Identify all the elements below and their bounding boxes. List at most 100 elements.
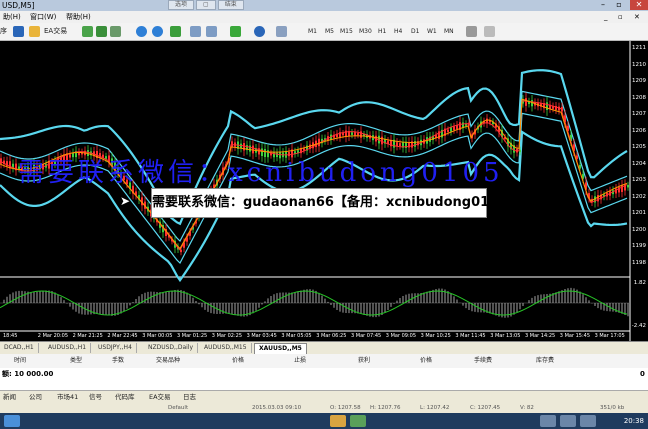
tab-market[interactable]: 市场41: [54, 392, 81, 403]
price-label: 1211: [632, 45, 646, 51]
ea-trading-button[interactable]: EA交易: [44, 25, 67, 38]
tf-m1[interactable]: M1: [306, 26, 319, 37]
candle-body: [597, 195, 599, 202]
menu-item-help[interactable]: 帮助(H): [66, 11, 91, 23]
tf-m15[interactable]: M15: [338, 26, 355, 37]
minimize-icon[interactable]: –: [596, 0, 610, 10]
time-label: 3 Mar 07:45: [351, 333, 382, 339]
osc-label: -2.42: [631, 323, 646, 329]
menu-item-help1[interactable]: 助(H): [3, 11, 21, 23]
tf-h1[interactable]: H1: [376, 26, 388, 37]
price-label: 1206: [632, 127, 646, 134]
tab-codebase[interactable]: 代码库: [112, 392, 138, 403]
price-label: 1207: [632, 111, 646, 117]
osc-label: 1.82: [633, 280, 646, 286]
autoscroll-icon[interactable]: [190, 26, 201, 37]
status-open: O: 1207.58: [330, 405, 361, 411]
tray-icon[interactable]: [540, 415, 556, 427]
tab-signals[interactable]: 信号: [86, 392, 105, 403]
candle-body: [627, 184, 629, 188]
time-label: 3 Mar 09:05: [385, 333, 416, 339]
menu-minimize-icon[interactable]: _: [604, 11, 608, 23]
menu-item-window[interactable]: 窗口(W): [30, 11, 56, 23]
expert-icon[interactable]: [29, 26, 40, 37]
title-option-button[interactable]: 选项: [168, 0, 195, 10]
chart-tab-1[interactable]: AUDUSD,,H1: [44, 343, 92, 353]
candle-body: [447, 129, 449, 133]
col-lots[interactable]: 手数: [112, 354, 124, 368]
candle-body: [453, 126, 455, 130]
crosshair-icon[interactable]: [466, 26, 477, 37]
tab-experts[interactable]: EA交易: [146, 392, 174, 403]
col-price2[interactable]: 价格: [420, 354, 432, 368]
time-label: 3 Mar 06:25: [316, 333, 347, 339]
tab-company[interactable]: 公司: [26, 392, 45, 403]
zoom-in-icon[interactable]: [136, 26, 147, 37]
chart-tab-2[interactable]: USDJPY,,H4: [94, 343, 137, 353]
menu-restore-icon[interactable]: ▫: [618, 11, 623, 23]
tf-d1[interactable]: D1: [409, 26, 421, 37]
new-order-icon[interactable]: [13, 26, 24, 37]
tab-news[interactable]: 新闻: [0, 392, 19, 403]
line-chart-icon[interactable]: [110, 26, 121, 37]
time-label: 3 Mar 05:05: [281, 333, 312, 339]
zoom-out-icon[interactable]: [152, 26, 163, 37]
balance-row[interactable]: 额: 10 000.00 0: [0, 368, 648, 380]
indicators-icon[interactable]: [230, 26, 241, 37]
tf-h4[interactable]: H4: [392, 26, 404, 37]
title-center-buttons: 选项 ▢ 结束: [168, 0, 244, 10]
col-price[interactable]: 价格: [232, 354, 244, 368]
col-tp[interactable]: 获利: [358, 354, 370, 368]
price-label: 1204: [632, 160, 646, 167]
tf-w1[interactable]: W1: [425, 26, 439, 37]
menu-close-icon[interactable]: ✕: [634, 11, 640, 23]
tf-m30[interactable]: M30: [357, 26, 374, 37]
tab-journal[interactable]: 日志: [180, 392, 199, 403]
price-label: 1200: [632, 226, 646, 233]
tile-windows-icon[interactable]: [170, 26, 181, 37]
taskbar-app-icon[interactable]: [350, 415, 366, 427]
close-icon[interactable]: ✕: [630, 0, 648, 10]
chart-tabs: DCAD,,H1 AUDUSD,,H1 USDJPY,,H4 NZDUSD,,D…: [0, 341, 648, 355]
tf-m5[interactable]: M5: [323, 26, 336, 37]
candle-chart-icon[interactable]: [96, 26, 107, 37]
templates-icon[interactable]: [276, 26, 287, 37]
maximize-icon[interactable]: ▫: [612, 0, 626, 10]
tray-icon[interactable]: [580, 415, 596, 427]
col-commission[interactable]: 手续费: [474, 354, 492, 368]
tray-icon[interactable]: [560, 415, 576, 427]
candle-body: [354, 132, 356, 136]
chart-shift-icon[interactable]: [206, 26, 217, 37]
price-label: 1202: [632, 193, 646, 200]
candle-body: [546, 102, 548, 111]
chart-tab-0[interactable]: DCAD,,H1: [0, 343, 39, 353]
tf-mn[interactable]: MN: [442, 26, 456, 37]
status-high: H: 1207.76: [370, 405, 401, 411]
bar-chart-icon[interactable]: [82, 26, 93, 37]
title-bar: USD,M5] 选项 ▢ 结束 – ▫ ✕: [0, 0, 648, 11]
candle-body: [381, 136, 383, 145]
toolbar-chart-label[interactable]: 序: [0, 25, 7, 38]
status-datetime: 2015.03.03 09:10: [252, 405, 302, 411]
col-swap[interactable]: 库存费: [536, 354, 554, 368]
chart-tab-4[interactable]: AUDUSD,,M15: [200, 343, 252, 353]
col-type[interactable]: 类型: [70, 354, 82, 368]
candle-body: [249, 145, 251, 152]
candle-body: [231, 141, 233, 147]
time-label: 18:45: [3, 333, 18, 339]
title-window-button[interactable]: ▢: [196, 0, 216, 10]
price-label: 1198: [632, 259, 646, 266]
status-profile: Default: [168, 405, 189, 411]
col-time[interactable]: 时间: [14, 354, 26, 368]
start-icon[interactable]: [4, 415, 20, 427]
taskbar-app-icon[interactable]: [330, 415, 346, 427]
chart-tab-3[interactable]: NZDUSD,,Daily: [144, 343, 199, 353]
col-symbol[interactable]: 交易品种: [156, 354, 180, 368]
taskbar: 20:38: [0, 413, 648, 429]
title-end-button[interactable]: 结束: [217, 0, 244, 10]
watermark-box-text: 需要联系微信：gudaonan66【备用：xcnibudong0105】: [152, 195, 521, 210]
col-sl[interactable]: 止损: [294, 354, 306, 368]
cursor-icon[interactable]: [484, 26, 495, 37]
time-label: 3 Mar 00:05: [142, 333, 173, 339]
periods-icon[interactable]: [254, 26, 265, 37]
